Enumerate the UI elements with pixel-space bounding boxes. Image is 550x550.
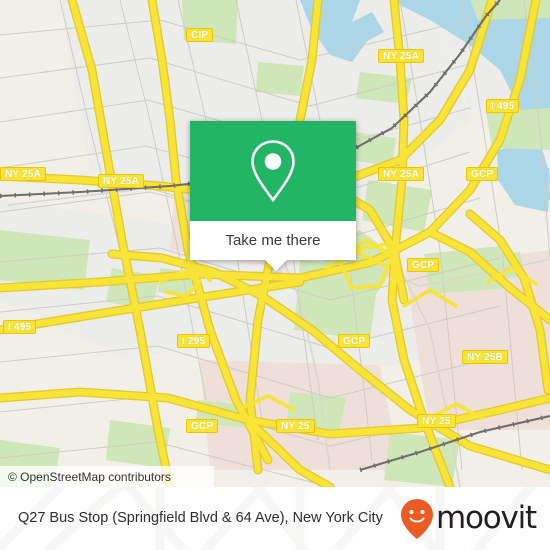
road-shield: I 495 xyxy=(3,320,37,334)
popup-tail-pointer xyxy=(265,260,287,271)
moovit-map-screenshot: .land { fill:#f2efe9; } .resid { fill:#e… xyxy=(0,0,550,550)
moovit-pin-smiley-icon xyxy=(400,498,433,539)
road-shield: NY 25A xyxy=(378,49,425,63)
map-attribution-bar: © OpenStreetMap contributors xyxy=(0,466,214,487)
popup-footer[interactable]: Take me there xyxy=(190,221,356,260)
road-shield: GCP xyxy=(186,419,219,433)
road-shield: GCP xyxy=(466,167,499,181)
road-shield: GCP xyxy=(407,258,440,272)
road-shield: NY 25B xyxy=(462,350,509,364)
road-shield: NY 25A xyxy=(98,174,145,188)
footer-content: Q27 Bus Stop (Springfield Blvd & 64 Ave)… xyxy=(0,487,550,550)
road-shield: NY 25 xyxy=(417,414,456,428)
road-shield: NY 25A xyxy=(0,167,47,181)
location-title: Q27 Bus Stop (Springfield Blvd & 64 Ave)… xyxy=(18,510,383,526)
footer-bar: Q27 Bus Stop (Springfield Blvd & 64 Ave)… xyxy=(0,487,550,550)
road-shield: NY 25A xyxy=(378,167,425,181)
road-shield: GCP xyxy=(338,334,371,348)
map-pin-icon xyxy=(251,140,295,203)
moovit-wordmark: moovit xyxy=(435,500,537,536)
popup-header xyxy=(190,121,356,221)
take-me-there-button[interactable]: Take me there xyxy=(225,232,320,249)
road-shield: I 495 xyxy=(486,99,520,113)
road-shield: CIP xyxy=(186,28,214,42)
road-shield: NY 25 xyxy=(276,419,315,433)
map-canvas[interactable]: .land { fill:#f2efe9; } .resid { fill:#e… xyxy=(0,0,550,487)
moovit-logo[interactable]: moovit xyxy=(400,498,550,540)
openstreetmap-attribution[interactable]: © OpenStreetMap contributors xyxy=(8,470,171,484)
road-shield: I 295 xyxy=(177,334,211,348)
location-popup-card[interactable]: Take me there xyxy=(190,121,356,271)
